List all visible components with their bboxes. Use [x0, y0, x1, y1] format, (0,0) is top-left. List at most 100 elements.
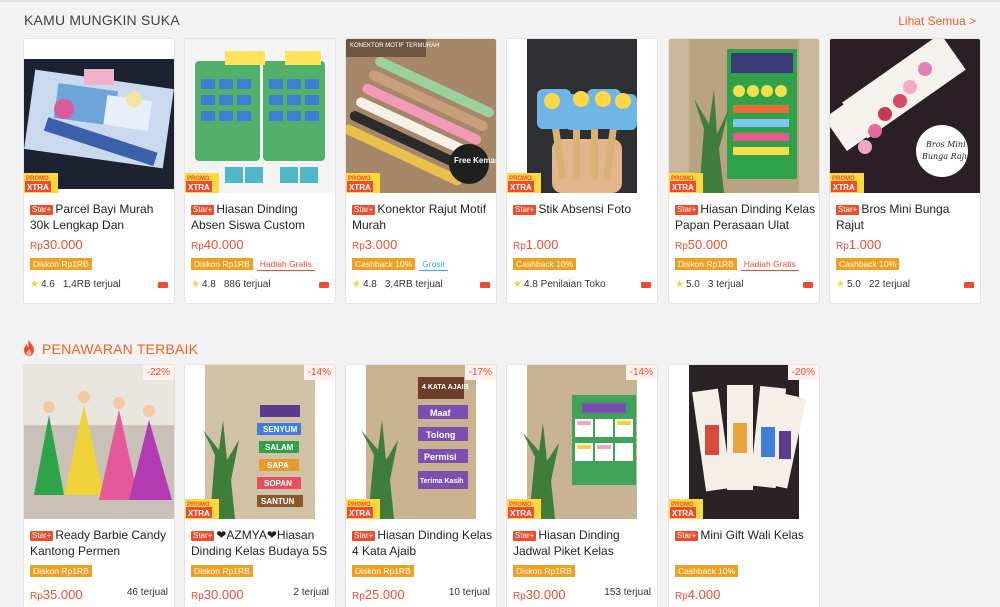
promo-tags: Diskon Rp1RB — [191, 565, 257, 577]
svg-text:4 KATA AJAIB: 4 KATA AJAIB — [422, 384, 469, 391]
svg-text:XTRA: XTRA — [672, 509, 694, 518]
product-card[interactable]: -14% PROMO XTRA Star+ Hiasan Dinding Jadw… — [506, 364, 658, 607]
cashback-tag: Cashback 10% — [352, 258, 416, 270]
promo-xtra-badge: PROMO XTRA — [185, 499, 219, 519]
product-price: Rp30.000 — [30, 237, 83, 252]
svg-text:XTRA: XTRA — [672, 183, 694, 192]
discount-tag: Diskon Rp1RB — [675, 258, 737, 270]
svg-text:XTRA: XTRA — [349, 509, 371, 518]
product-card[interactable]: -20% PROMO XTRA Star+ Mini Gift Wali Kela… — [668, 364, 820, 607]
promo-xtra-badge: PROMO XTRA — [24, 173, 58, 193]
promo-tags: Diskon Rp1RB — [30, 258, 96, 270]
promo-xtra-badge: PROMO XTRA — [346, 499, 380, 519]
promo-tags: Diskon Rp1RB — [30, 565, 96, 577]
product-name[interactable]: Star+Ready Barbie Candy Kantong Permen W… — [30, 527, 172, 559]
discount-tag: Diskon Rp1RB — [352, 565, 414, 577]
star-icon: ★ — [191, 279, 200, 290]
product-image: PROMO XTRA — [507, 39, 657, 193]
product-card[interactable]: 4 KATA AJAIB Maaf Tolong Permisi Terima … — [345, 364, 497, 607]
product-card[interactable]: KONEKTOR MOTIF TERMURAH Free Kemas PROMO… — [345, 38, 497, 304]
svg-text:PROMO: PROMO — [348, 176, 371, 182]
product-image: 4 KATA AJAIB Maaf Tolong Permisi Terima … — [346, 365, 496, 519]
sold-count: 46 terjual — [126, 587, 168, 598]
product-image: Bros Mini Bunga Rajut PROMO XTRA — [830, 39, 980, 193]
product-card[interactable]: -22% Star+ Ready Barbie Candy Kantong Per… — [23, 364, 175, 607]
star-plus-badge: Star+ — [30, 531, 54, 541]
svg-text:PROMO: PROMO — [187, 176, 210, 182]
svg-text:XTRA: XTRA — [27, 183, 49, 192]
svg-text:XTRA: XTRA — [510, 509, 532, 518]
product-name[interactable]: Star+ Konektor Rajut Motif Murah — [352, 201, 494, 233]
svg-text:Bros Mini: Bros Mini — [925, 140, 966, 149]
svg-text:Terima Kasih: Terima Kasih — [420, 478, 463, 485]
promo-xtra-badge: PROMO XTRA — [185, 173, 219, 193]
promo-tags: Cashback 10% Grosir — [352, 258, 452, 271]
rating-row: ★ 4.8 3,4RB terjual — [352, 279, 494, 293]
product-price: Rp3.000 — [352, 237, 398, 252]
product-name[interactable]: Star+ Mini Gift Wali Kelas — [675, 527, 817, 543]
product-image: -14% PROMO XTRA — [507, 365, 657, 519]
cashback-tag: Cashback 10% — [836, 258, 900, 270]
rating-row: ★ 4.8 886 terjual — [191, 279, 333, 293]
product-price: Rp1.000 — [836, 237, 882, 252]
product-image: -22% — [24, 365, 174, 519]
promo-xtra-badge: PROMO XTRA — [507, 173, 541, 193]
product-card[interactable]: PROMO XTRA Star+ Hiasan Dinding Absen Sis… — [184, 38, 336, 304]
cod-icon — [641, 282, 651, 288]
product-name[interactable]: Star+ Hiasan Dinding Jadwal Piket Kelas — [513, 527, 655, 559]
discount-badge: -20% — [787, 365, 819, 380]
star-plus-badge: Star+ — [836, 205, 860, 215]
discount-tag: Diskon Rp1RB — [191, 258, 253, 270]
discount-badge: -17% — [464, 365, 496, 380]
product-price: Rp25.000 — [352, 587, 405, 602]
star-plus-badge: Star+ — [352, 205, 376, 215]
svg-text:KONEKTOR MOTIF TERMURAH: KONEKTOR MOTIF TERMURAH — [350, 43, 439, 49]
svg-text:Maaf: Maaf — [430, 408, 452, 418]
svg-text:SALAM: SALAM — [265, 443, 294, 452]
product-image: PROMO XTRA — [185, 39, 335, 193]
wholesale-tag: Grosir — [419, 258, 449, 271]
star-plus-badge: Star+ — [30, 205, 54, 215]
top-divider — [0, 0, 1000, 2]
product-image: KONEKTOR MOTIF TERMURAH Free Kemas PROMO… — [346, 39, 496, 193]
svg-text:PROMO: PROMO — [509, 176, 532, 182]
product-name[interactable]: Star+Hiasan Dinding Absen Siswa Custom D… — [191, 201, 333, 233]
product-card[interactable]: Bros Mini Bunga Rajut PROMO XTRA Star+ Br… — [829, 38, 981, 304]
see-all-link[interactable]: Lihat Semua > — [898, 14, 976, 28]
star-icon: ★ — [30, 279, 39, 290]
promo-tags: Cashback 10% — [836, 258, 903, 270]
gift-tag: Hadiah Gratis — [256, 258, 315, 271]
discount-badge: -14% — [625, 365, 657, 380]
product-image: SENYUM SALAM SAPA SOPAN SANTUN -14% PROM… — [185, 365, 335, 519]
svg-text:SOPAN: SOPAN — [264, 479, 292, 488]
svg-text:PROMO: PROMO — [187, 502, 210, 508]
discount-tag: Diskon Rp1RB — [30, 565, 92, 577]
section-title: KAMU MUNGKIN SUKA — [24, 12, 180, 28]
product-name[interactable]: Star+ Bros Mini Bunga Rajut — [836, 201, 978, 233]
fire-icon — [24, 340, 34, 356]
product-card[interactable]: PROMO XTRA Star+ Hiasan Dinding Kelas Pap… — [668, 38, 820, 304]
svg-text:XTRA: XTRA — [349, 183, 371, 192]
svg-text:PROMO: PROMO — [348, 502, 371, 508]
product-name[interactable]: Star+ Hiasan Dinding Kelas 4 Kata Ajaib — [352, 527, 494, 559]
product-name[interactable]: Star+ ❤AZMYA❤Hiasan Dinding Kelas Budaya … — [191, 527, 333, 559]
product-card[interactable]: PROMO XTRA Star+ Parcel Bayi Murah 30k Le… — [23, 38, 175, 304]
product-name[interactable]: Star+ Stik Absensi Foto — [513, 201, 655, 217]
product-name[interactable]: Star+ Hiasan Dinding Kelas Papan Perasaan… — [675, 201, 817, 233]
product-image: PROMO XTRA — [669, 39, 819, 193]
product-card[interactable]: SENYUM SALAM SAPA SOPAN SANTUN -14% PROM… — [184, 364, 336, 607]
promo-tags: Diskon Rp1RB — [513, 565, 579, 577]
svg-text:SENYUM: SENYUM — [263, 425, 298, 434]
sold-count: 2 terjual — [293, 587, 329, 598]
product-name[interactable]: Star+Parcel Bayi Murah 30k Lengkap Dan H… — [30, 201, 172, 233]
star-plus-badge: Star+ — [513, 531, 537, 541]
product-card[interactable]: PROMO XTRA Star+ Stik Absensi Foto Rp1.00… — [506, 38, 658, 304]
star-icon: ★ — [513, 279, 522, 290]
svg-text:Bunga Rajut: Bunga Rajut — [921, 152, 973, 161]
promo-xtra-badge: PROMO XTRA — [669, 499, 703, 519]
promo-tags: Cashback 10% — [675, 565, 742, 577]
promo-tags: Diskon Rp1RB Hadiah Gratis — [675, 258, 803, 271]
product-image: PROMO XTRA — [24, 39, 174, 193]
promo-tags: Diskon Rp1RB — [352, 565, 418, 577]
star-plus-badge: Star+ — [191, 531, 215, 541]
